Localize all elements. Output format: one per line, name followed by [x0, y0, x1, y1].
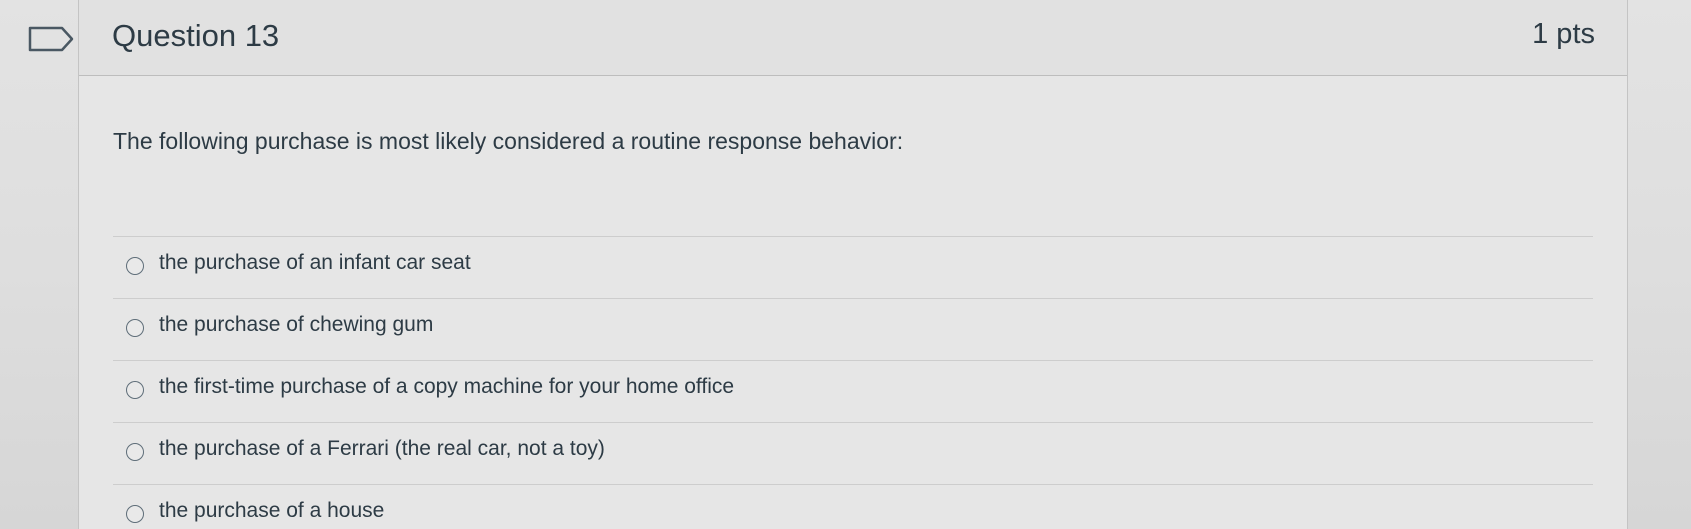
quiz-page: Question 13 1 pts The following purchase…	[0, 0, 1691, 529]
answer-label[interactable]: the purchase of a house	[159, 499, 384, 523]
radio-button[interactable]	[126, 381, 144, 399]
question-card: Question 13 1 pts The following purchase…	[78, 0, 1628, 529]
answer-option[interactable]: the purchase of a house	[113, 484, 1593, 529]
answer-option[interactable]: the purchase of chewing gum	[113, 298, 1593, 360]
answer-option[interactable]: the purchase of a Ferrari (the real car,…	[113, 422, 1593, 484]
answer-option[interactable]: the first-time purchase of a copy machin…	[113, 360, 1593, 422]
answer-option[interactable]: the purchase of an infant car seat	[113, 236, 1593, 298]
question-title: Question 13	[112, 18, 280, 53]
answer-label[interactable]: the first-time purchase of a copy machin…	[159, 375, 734, 399]
question-text: The following purchase is most likely co…	[113, 128, 904, 154]
radio-button[interactable]	[126, 443, 144, 461]
radio-button[interactable]	[126, 257, 144, 275]
answer-label[interactable]: the purchase of an infant car seat	[159, 251, 471, 275]
question-header: Question 13 1 pts	[79, 0, 1627, 76]
answer-list: the purchase of an infant car seat the p…	[113, 236, 1593, 529]
radio-button[interactable]	[126, 319, 144, 337]
answer-label[interactable]: the purchase of chewing gum	[159, 313, 433, 337]
radio-button[interactable]	[126, 505, 144, 523]
answer-label[interactable]: the purchase of a Ferrari (the real car,…	[159, 437, 605, 461]
question-points: 1 pts	[1532, 18, 1595, 50]
flag-outline-icon[interactable]	[28, 26, 74, 52]
